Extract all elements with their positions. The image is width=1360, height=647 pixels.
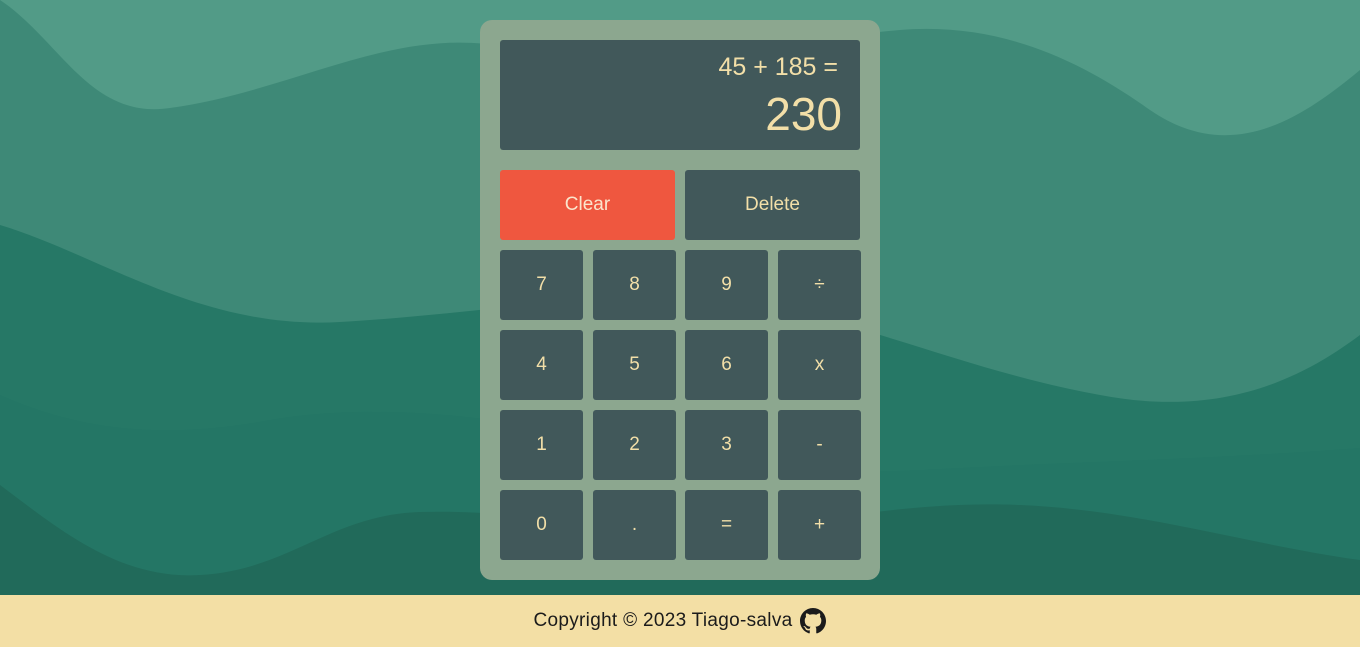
key-7[interactable]: 7	[500, 250, 583, 320]
decimal-button[interactable]: .	[593, 490, 676, 560]
multiply-button[interactable]: x	[778, 330, 861, 400]
key-5[interactable]: 5	[593, 330, 676, 400]
key-1[interactable]: 1	[500, 410, 583, 480]
previous-operation: 45 + 185 =	[718, 53, 838, 81]
equals-button[interactable]: =	[685, 490, 768, 560]
add-button[interactable]: +	[778, 490, 861, 560]
subtract-button[interactable]: -	[778, 410, 861, 480]
delete-button[interactable]: Delete	[685, 170, 860, 240]
calculator: 45 + 185 = 230 Clear Delete 7 8 9 ÷ 4 5 …	[480, 20, 880, 580]
footer: Copyright © 2023 Tiago-salva	[0, 595, 1360, 647]
current-value: 230	[765, 88, 842, 140]
key-9[interactable]: 9	[685, 250, 768, 320]
clear-button[interactable]: Clear	[500, 170, 675, 240]
key-4[interactable]: 4	[500, 330, 583, 400]
github-icon[interactable]	[800, 608, 827, 634]
key-6[interactable]: 6	[685, 330, 768, 400]
divide-button[interactable]: ÷	[778, 250, 861, 320]
copyright-text: Copyright © 2023 Tiago-salva	[533, 610, 793, 631]
key-8[interactable]: 8	[593, 250, 676, 320]
calculator-display: 45 + 185 = 230	[500, 40, 860, 150]
key-3[interactable]: 3	[685, 410, 768, 480]
key-0[interactable]: 0	[500, 490, 583, 560]
key-2[interactable]: 2	[593, 410, 676, 480]
